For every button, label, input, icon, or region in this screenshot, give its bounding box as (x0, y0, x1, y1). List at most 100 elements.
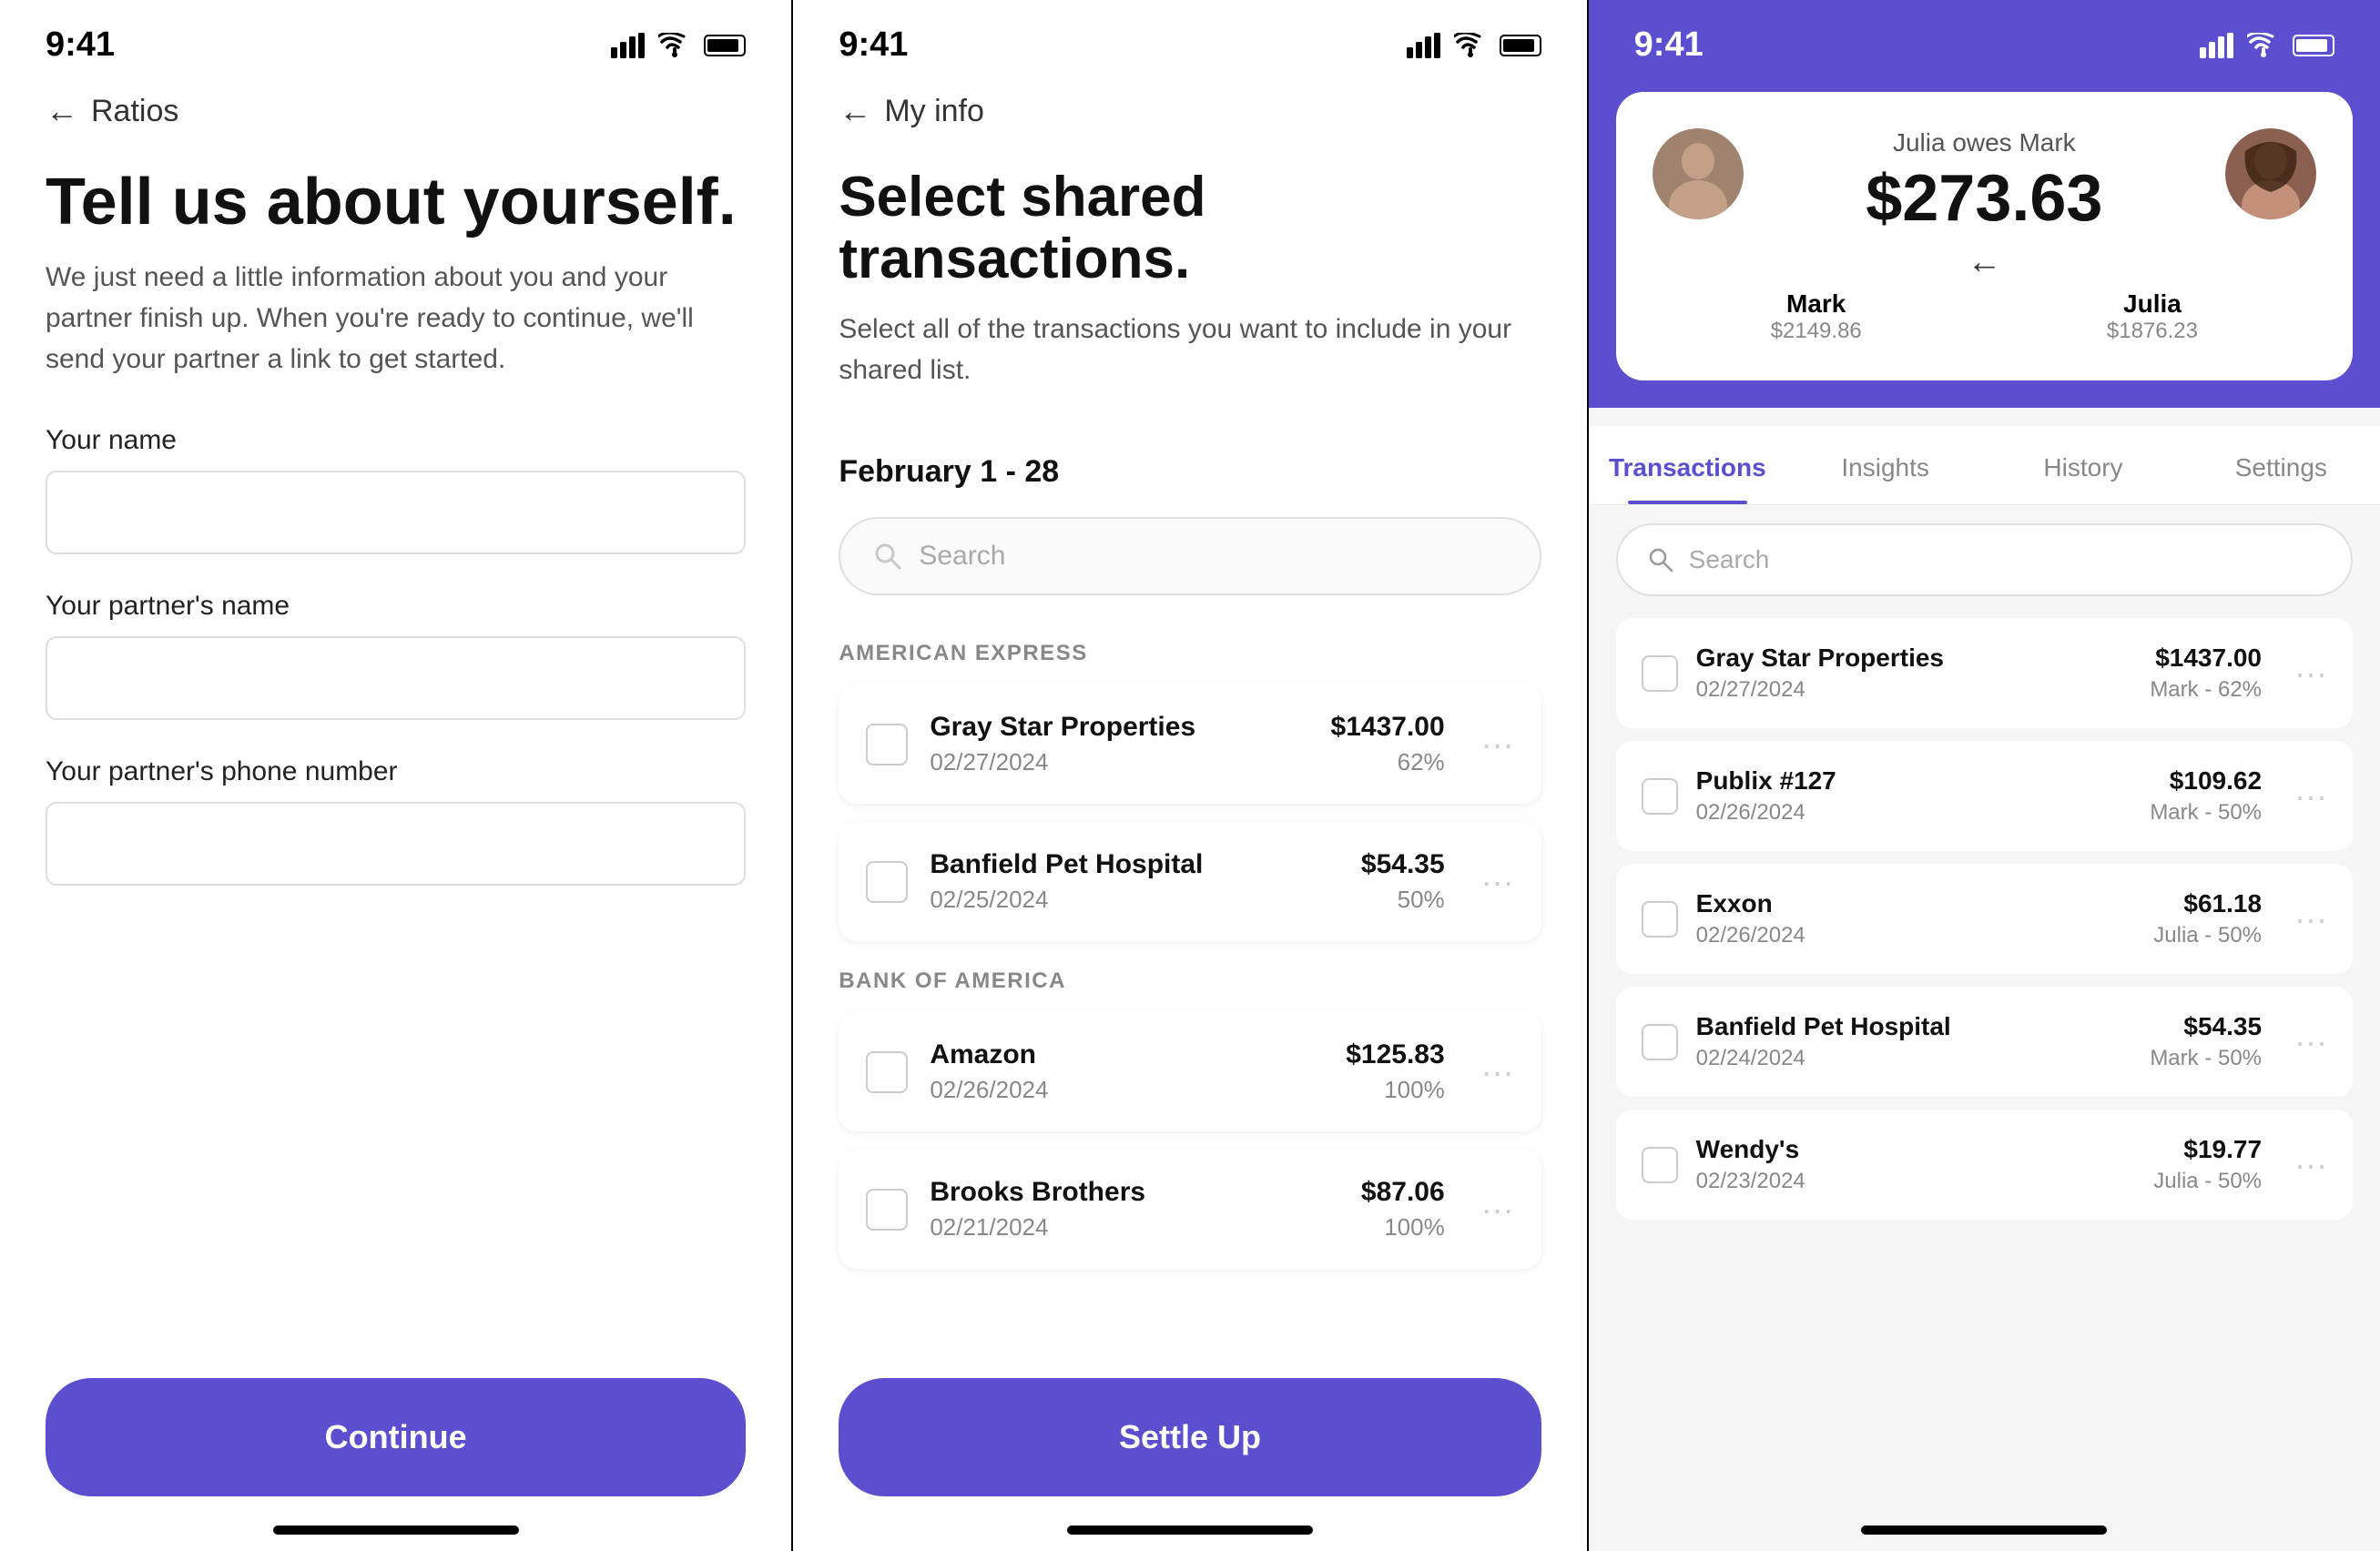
date-range: February 1 - 28 (793, 436, 1586, 517)
balance-card-content: Julia owes Mark $273.63 ← Mark $2149.86 … (1653, 128, 2316, 344)
partner-phone-label: Your partner's phone number (46, 756, 746, 787)
more-dots-brooks[interactable]: ··· (1467, 1191, 1514, 1229)
julia-amount: $1876.23 (2107, 319, 2198, 344)
bank-header-boa: BANK OF AMERICA (793, 959, 1586, 1012)
more-dots-amazon[interactable]: ··· (1467, 1053, 1514, 1091)
tx-checkbox-brooks[interactable] (866, 1189, 908, 1231)
tx-sub-banfield-3: Mark - 50% (2150, 1046, 2262, 1071)
avatar-mark-image (1653, 128, 1744, 219)
page-title-2: Select shared transactions. (793, 139, 1586, 309)
tx-date-brooks: 02/21/2024 (930, 1213, 1339, 1242)
tx-checkbox-banfield[interactable] (866, 861, 908, 903)
wifi-icon-3 (2247, 33, 2280, 58)
partner-phone-input[interactable] (46, 802, 746, 886)
tx-right-gray-star: $1437.00 62% (1331, 712, 1445, 776)
back-nav-2[interactable]: ← My info (793, 74, 1586, 139)
tx-checkbox-gray-star[interactable] (866, 724, 908, 765)
settle-button[interactable]: Settle Up (839, 1378, 1541, 1496)
tx-row-gray-star-3: Gray Star Properties 02/27/2024 $1437.00… (1616, 618, 2353, 728)
tx-amount-exxon-3: $61.18 (2153, 889, 2262, 918)
tab-insights[interactable]: Insights (1786, 426, 1984, 504)
partner-phone-group: Your partner's phone number (0, 756, 791, 922)
tx-date-banfield: 02/25/2024 (930, 886, 1339, 914)
tx-info-amazon: Amazon 02/26/2024 (930, 1039, 1324, 1104)
phone-1: 9:41 ← Ratios Tel (0, 0, 791, 1551)
tx-pct-gray-star: 62% (1331, 748, 1445, 776)
tx-check-banfield-3[interactable] (1642, 1024, 1678, 1060)
tx-card-brooks: Brooks Brothers 02/21/2024 $87.06 100% ·… (839, 1150, 1541, 1269)
status-icons-2 (1407, 33, 1541, 58)
partner-name-label: Your partner's name (46, 591, 746, 622)
status-bar-2: 9:41 (793, 0, 1586, 74)
transactions-scroll-3: Gray Star Properties 02/27/2024 $1437.00… (1589, 605, 2380, 1551)
back-arrow-1[interactable]: ← (46, 92, 78, 130)
tx-check-publix-3[interactable] (1642, 778, 1678, 815)
balance-label: Julia owes Mark (1893, 128, 2076, 157)
tx-pct-brooks: 100% (1361, 1213, 1445, 1242)
tx-check-exxon-3[interactable] (1642, 901, 1678, 938)
back-arrow-2[interactable]: ← (839, 92, 871, 130)
tx-right-amazon: $125.83 100% (1346, 1039, 1444, 1104)
continue-button[interactable]: Continue (46, 1378, 746, 1496)
page-subtitle-2: Select all of the transactions you want … (793, 309, 1586, 436)
tx-info-gray-star: Gray Star Properties 02/27/2024 (930, 712, 1308, 776)
tx-info-publix-3: Publix #127 02/26/2024 (1696, 766, 2132, 826)
more-dots-banfield[interactable]: ··· (1467, 863, 1514, 901)
tab-settings[interactable]: Settings (2182, 426, 2380, 504)
phone-2: 9:41 ← My info Se (793, 0, 1586, 1551)
tab-history[interactable]: History (1984, 426, 2182, 504)
tx-date-gray-star: 02/27/2024 (930, 748, 1308, 776)
tx-amount-banfield-3: $54.35 (2150, 1012, 2262, 1041)
home-indicator-1 (273, 1526, 519, 1535)
status-bar-1: 9:41 (0, 0, 791, 74)
tx-info-banfield: Banfield Pet Hospital 02/25/2024 (930, 849, 1339, 914)
battery-icon-2 (1500, 35, 1541, 56)
tx-sub-exxon-3: Julia - 50% (2153, 923, 2262, 948)
more-dots-publix-3[interactable]: ··· (2280, 777, 2327, 816)
tx-date-publix-3: 02/26/2024 (1696, 800, 2132, 826)
tx-name-banfield-3: Banfield Pet Hospital (1696, 1012, 2132, 1041)
tx-right-banfield: $54.35 50% (1361, 849, 1445, 914)
search-bar-3[interactable]: Search (1616, 523, 2353, 596)
more-dots-banfield-3[interactable]: ··· (2280, 1023, 2327, 1061)
search-icon-2 (873, 542, 902, 571)
more-dots-exxon-3[interactable]: ··· (2280, 900, 2327, 938)
balance-amount: $273.63 (1866, 161, 2102, 236)
tx-right-wendys-3: $19.77 Julia - 50% (2153, 1135, 2262, 1194)
home-indicator-3 (1861, 1526, 2107, 1535)
tx-date-amazon: 02/26/2024 (930, 1076, 1324, 1104)
tab-transactions[interactable]: Transactions (1589, 426, 1786, 504)
tx-info-gray-star-3: Gray Star Properties 02/27/2024 (1696, 644, 2132, 703)
tx-card-gray-star: Gray Star Properties 02/27/2024 $1437.00… (839, 684, 1541, 804)
tx-check-gray-star-3[interactable] (1642, 655, 1678, 692)
status-time-1: 9:41 (46, 25, 115, 65)
tx-amount-gray-star-3: $1437.00 (2150, 644, 2262, 673)
tx-amount-brooks: $87.06 (1361, 1177, 1445, 1208)
tx-sub-wendys-3: Julia - 50% (2153, 1169, 2262, 1194)
tx-name-gray-star-3: Gray Star Properties (1696, 644, 2132, 673)
tx-checkbox-amazon[interactable] (866, 1051, 908, 1093)
search-bar-2[interactable]: Search (839, 517, 1541, 595)
partner-name-input[interactable] (46, 636, 746, 720)
partner-name-group: Your partner's name (0, 591, 791, 756)
your-name-input[interactable] (46, 471, 746, 554)
tx-right-exxon-3: $61.18 Julia - 50% (2153, 889, 2262, 948)
tx-right-banfield-3: $54.35 Mark - 50% (2150, 1012, 2262, 1071)
status-icons-1 (611, 33, 746, 58)
tx-date-exxon-3: 02/26/2024 (1696, 923, 2136, 948)
tx-check-wendys-3[interactable] (1642, 1147, 1678, 1183)
search-placeholder-3: Search (1689, 545, 1770, 574)
back-label-2: My info (884, 94, 984, 129)
battery-icon-3 (2293, 35, 2334, 56)
status-time-2: 9:41 (839, 25, 908, 65)
tx-sub-gray-star-3: Mark - 62% (2150, 677, 2262, 703)
more-dots-gray-star-3[interactable]: ··· (2280, 654, 2327, 693)
tx-row-publix-3: Publix #127 02/26/2024 $109.62 Mark - 50… (1616, 741, 2353, 851)
tx-card-amazon: Amazon 02/26/2024 $125.83 100% ··· (839, 1012, 1541, 1131)
more-dots-wendys-3[interactable]: ··· (2280, 1146, 2327, 1184)
back-nav-1[interactable]: ← Ratios (0, 74, 791, 139)
status-icons-3 (2200, 33, 2334, 58)
tx-name-brooks: Brooks Brothers (930, 1177, 1339, 1208)
tx-amount-gray-star: $1437.00 (1331, 712, 1445, 743)
more-dots-gray-star[interactable]: ··· (1467, 725, 1514, 764)
